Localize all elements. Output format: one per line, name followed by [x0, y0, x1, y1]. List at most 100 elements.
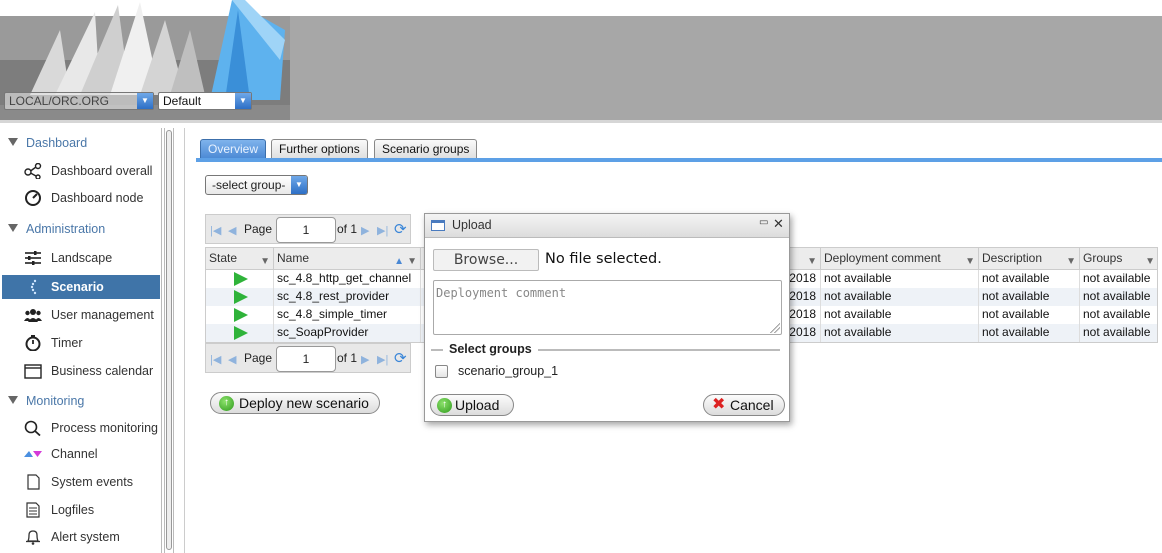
- tab-overview[interactable]: Overview: [200, 139, 267, 159]
- profile-select[interactable]: Default ▼: [158, 92, 252, 110]
- column-header-name[interactable]: Name ▲ ▼: [274, 248, 421, 270]
- state-cell: [206, 324, 274, 342]
- filter-icon[interactable]: ▼: [807, 252, 817, 270]
- column-header-description[interactable]: Description ▼: [979, 248, 1080, 270]
- cancel-button[interactable]: ✖ Cancel: [703, 394, 785, 416]
- scenario-icon: [30, 279, 37, 295]
- button-label: Upload: [455, 397, 500, 413]
- comment-placeholder: Deployment comment: [436, 286, 567, 300]
- scrollbar-thumb[interactable]: [166, 130, 172, 550]
- groups-cell: not available: [1083, 325, 1151, 339]
- filter-icon[interactable]: ▼: [965, 252, 975, 270]
- last-page-icon[interactable]: ▶|: [377, 224, 388, 237]
- sidebar-item-label: Channel: [51, 447, 98, 461]
- sidebar-item-alert-system[interactable]: Alert system: [2, 525, 160, 549]
- collapse-triangle-icon: [8, 138, 18, 146]
- column-header-deployment-comment[interactable]: Deployment comment ▼: [821, 248, 979, 270]
- browse-button[interactable]: Browse...: [433, 249, 539, 271]
- section-label: Monitoring: [26, 394, 85, 408]
- filter-icon[interactable]: ▼: [260, 252, 270, 270]
- sidebar-item-label: System events: [51, 475, 133, 489]
- tab-further-options[interactable]: Further options: [271, 139, 368, 159]
- play-icon[interactable]: [234, 272, 248, 286]
- close-icon[interactable]: ✕: [773, 216, 784, 232]
- play-icon[interactable]: [234, 308, 248, 322]
- sidebar-section-dashboard[interactable]: Dashboard: [8, 136, 87, 150]
- sidebar-item-label: Dashboard overall: [51, 164, 153, 178]
- document-icon: [27, 474, 40, 490]
- group-checkbox[interactable]: [435, 365, 448, 378]
- calendar-icon: [24, 364, 42, 379]
- tab-scenario-groups[interactable]: Scenario groups: [374, 139, 478, 159]
- next-page-icon[interactable]: ▶: [361, 224, 369, 237]
- group-select[interactable]: -select group- ▼: [205, 175, 308, 195]
- column-header-state[interactable]: State ▼: [206, 248, 274, 270]
- groups-cell: not available: [1083, 271, 1151, 285]
- tab-underline: [196, 158, 1162, 162]
- dialog-titlebar[interactable]: Upload ▭ ✕: [425, 214, 789, 238]
- sidebar-item-user-management[interactable]: User management: [2, 303, 160, 327]
- column-label: Deployment comment: [824, 251, 941, 265]
- refresh-icon[interactable]: ⟳: [394, 349, 407, 367]
- filter-icon[interactable]: ▼: [407, 252, 417, 270]
- resize-grip-icon[interactable]: [770, 323, 780, 333]
- play-icon[interactable]: [234, 290, 248, 304]
- sidebar-item-channel[interactable]: Channel: [2, 442, 160, 466]
- column-label: State: [209, 251, 238, 265]
- sidebar-item-business-calendar[interactable]: Business calendar: [2, 359, 160, 383]
- sidebar-item-label: Business calendar: [51, 364, 154, 378]
- sidebar-item-scenario[interactable]: Scenario: [2, 275, 160, 299]
- column-header-groups[interactable]: Groups ▼: [1080, 248, 1158, 270]
- page-input[interactable]: 1: [276, 346, 336, 372]
- filter-icon[interactable]: ▼: [1145, 252, 1155, 270]
- cell-text: 2018: [789, 271, 816, 285]
- sidebar-item-dashboard-node[interactable]: Dashboard node: [2, 186, 160, 210]
- column-label: Description: [982, 251, 1043, 265]
- sidebar-item-logfiles[interactable]: Logfiles: [2, 498, 160, 522]
- sidebar-scrollbar[interactable]: [164, 128, 174, 553]
- upload-button[interactable]: ↑ Upload: [430, 394, 514, 416]
- users-icon: [24, 309, 42, 322]
- state-cell: [206, 270, 274, 288]
- prev-page-icon[interactable]: ◀: [228, 353, 236, 366]
- sidebar-item-label: Scenario: [51, 280, 104, 294]
- sidebar-item-system-events[interactable]: System events: [2, 470, 160, 494]
- last-page-icon[interactable]: ▶|: [377, 353, 388, 366]
- sidebar-item-label: Process monitoring: [51, 421, 158, 435]
- deployment-comment-cell: not available: [821, 288, 979, 306]
- sidebar-item-dashboard-overall[interactable]: Dashboard overall: [2, 159, 160, 183]
- instance-select[interactable]: LOCAL/ORC.ORG ▼: [4, 92, 154, 110]
- prev-page-icon[interactable]: ◀: [228, 224, 236, 237]
- sidebar-item-label: Timer: [51, 336, 83, 350]
- page-total: of 1: [337, 222, 358, 236]
- cell-text: 2018: [789, 289, 816, 303]
- sidebar-item-label: Logfiles: [51, 503, 95, 517]
- name-cell: sc_4.8_http_get_channel: [274, 270, 421, 288]
- group-checkbox-label[interactable]: scenario_group_1: [458, 364, 558, 378]
- sidebar-section-monitoring[interactable]: Monitoring: [8, 394, 84, 408]
- logfile-icon: [26, 502, 40, 518]
- sort-ascending-icon[interactable]: ▲: [394, 252, 404, 270]
- sidebar-item-landscape[interactable]: Landscape: [2, 246, 160, 270]
- deployment-comment-field[interactable]: Deployment comment: [433, 280, 782, 335]
- next-page-icon[interactable]: ▶: [361, 353, 369, 366]
- sidebar: Dashboard Dashboard overall Dashboard no…: [0, 128, 162, 553]
- first-page-icon[interactable]: |◀: [210, 353, 221, 366]
- groups-cell: not available: [1083, 307, 1151, 321]
- filter-icon[interactable]: ▼: [1066, 252, 1076, 270]
- deployment-comment-cell: not available: [821, 270, 979, 288]
- deploy-new-scenario-button[interactable]: ↑ Deploy new scenario: [210, 392, 380, 414]
- instance-select-value: LOCAL/ORC.ORG: [9, 94, 110, 108]
- play-icon[interactable]: [234, 326, 248, 340]
- name-cell: sc_SoapProvider: [274, 324, 421, 342]
- first-page-icon[interactable]: |◀: [210, 224, 221, 237]
- sidebar-section-administration[interactable]: Administration: [8, 222, 105, 236]
- pager-top: |◀ ◀ Page 1 of 1 ▶ ▶| ⟳: [205, 214, 411, 244]
- sidebar-item-timer[interactable]: Timer: [2, 331, 160, 355]
- cell-text: 2018: [789, 325, 816, 339]
- description-cell: not available: [979, 324, 1080, 342]
- minimize-icon[interactable]: ▭: [759, 217, 768, 228]
- sidebar-item-process-monitoring[interactable]: Process monitoring: [2, 416, 160, 440]
- page-input[interactable]: 1: [276, 217, 336, 243]
- refresh-icon[interactable]: ⟳: [394, 220, 407, 238]
